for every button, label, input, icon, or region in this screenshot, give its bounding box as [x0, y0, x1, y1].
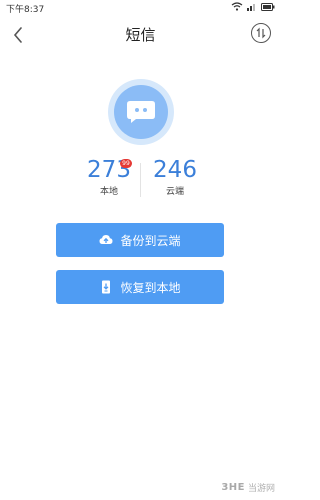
signal-icon [247, 4, 255, 11]
sort-arrows-icon [256, 27, 266, 39]
watermark: 3HE 当游网 [221, 481, 275, 494]
backup-button-label: 备份到云端 [120, 233, 181, 248]
status-time: 下午8:37 [6, 5, 45, 15]
sms-avatar-inner [114, 85, 168, 139]
chat-bubble-icon [127, 101, 155, 123]
battery-icon [261, 2, 275, 11]
phone-download-icon [102, 280, 111, 294]
cloud-count[interactable]: 246 云端 [146, 155, 204, 198]
status-bar: 下午8:37 [0, 0, 281, 16]
restore-to-local-button[interactable]: 恢复到本地 [56, 270, 224, 304]
count-divider [140, 163, 141, 197]
cloud-count-value: 246 [153, 157, 197, 183]
header: 短信 [0, 16, 281, 54]
count-summary: 273 99 本地 246 云端 [0, 155, 281, 205]
restore-button-label: 恢复到本地 [120, 280, 181, 295]
watermark-logo: 3HE [221, 482, 245, 493]
local-count-label: 本地 [99, 187, 118, 197]
watermark-text: 当游网 [247, 484, 275, 494]
page-title: 短信 [125, 26, 156, 44]
wifi-icon [231, 2, 243, 11]
cloud-count-label: 云端 [165, 187, 184, 197]
status-icons [231, 2, 275, 11]
backup-to-cloud-button[interactable]: 备份到云端 [56, 223, 224, 257]
sms-avatar [108, 79, 174, 145]
cloud-upload-icon [99, 235, 113, 244]
local-count[interactable]: 273 99 本地 [80, 155, 138, 198]
sort-button[interactable] [251, 23, 271, 43]
local-count-badge: 99 [120, 159, 132, 168]
